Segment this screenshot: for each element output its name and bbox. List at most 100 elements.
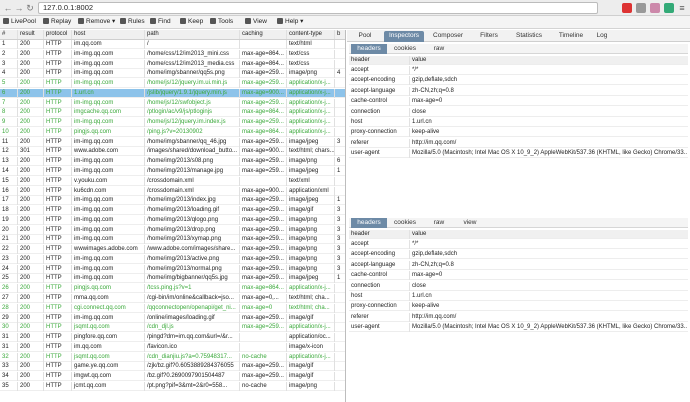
header-column-label[interactable]: header: [351, 56, 407, 65]
subtab-raw[interactable]: raw: [427, 218, 451, 228]
header-row[interactable]: host 1.url.cn: [349, 118, 688, 127]
replay-button[interactable]: Replay: [43, 16, 71, 29]
table-row[interactable]: 12 301 HTTP www.adobe.com/images/shared/dow…: [0, 147, 345, 157]
column-header-body[interactable]: b: [335, 30, 345, 39]
column-header-content-type[interactable]: content-type: [287, 30, 335, 39]
header-row[interactable]: user-agent Mozilla/5.0 (Macintosh; Intel …: [349, 323, 688, 333]
header-row[interactable]: proxy-connection keep-alive: [349, 302, 688, 312]
header-row[interactable]: connection close: [349, 107, 688, 117]
table-row[interactable]: 33 200 HTTP game.ye.qq.com/zjk/bz.gif?0.605…: [0, 362, 345, 372]
table-row[interactable]: 10 200 HTTP pingjs.qq.com/ping.js?v=2013090…: [0, 127, 345, 137]
tab-pool[interactable]: Pool: [351, 31, 379, 42]
subtab-headers[interactable]: headers: [351, 218, 387, 228]
table-row[interactable]: 3 200 HTTP im-img.qq.com/home/css/12/im2013…: [0, 59, 345, 69]
extension-icon-2[interactable]: [650, 3, 660, 13]
value-column-label[interactable]: value: [409, 56, 687, 65]
forward-arrow-icon[interactable]: →: [14, 3, 24, 13]
table-row[interactable]: 7 200 HTTP im-img.qq.com/home/js/12/swfobje…: [0, 98, 345, 108]
header-row[interactable]: cache-control max-age=0: [349, 271, 688, 281]
star-icon[interactable]: [636, 3, 646, 13]
remove-button[interactable]: Remove ▾: [78, 16, 115, 29]
header-row[interactable]: connection close: [349, 281, 688, 291]
table-row[interactable]: 31 200 HTTP im.qq.com/favicon.ico image/x-ic…: [0, 342, 345, 352]
header-row[interactable]: proxy-connection keep-alive: [349, 128, 688, 138]
subtab-cookies[interactable]: cookies: [389, 44, 421, 54]
table-row[interactable]: 9 200 HTTP im-img.qq.com/home/js/12/jquery.…: [0, 118, 345, 128]
tab-statistics[interactable]: Statistics: [509, 31, 549, 42]
table-row[interactable]: 32 200 HTTP jsqmt.qq.com/cdn_dianjiu.js?a=0…: [0, 352, 345, 362]
table-row[interactable]: 28 200 HTTP cgi.connect.qq.com/qqconnectope…: [0, 303, 345, 313]
extension-icon[interactable]: [622, 3, 632, 13]
table-row[interactable]: 19 200 HTTP im-img.qq.com/home/img/2013/qlo…: [0, 215, 345, 225]
tab-inspectors[interactable]: Inspectors: [384, 31, 424, 42]
back-arrow-icon[interactable]: ←: [3, 3, 13, 13]
table-row[interactable]: 23 200 HTTP im-img.qq.com/home/img/2013/act…: [0, 254, 345, 264]
subtab-headers[interactable]: headers: [351, 44, 387, 54]
header-row[interactable]: referer http://im.qq.com/: [349, 138, 688, 148]
table-row[interactable]: 22 200 HTTP wwwimages.adobe.com/www.adobe.c…: [0, 245, 345, 255]
table-row[interactable]: 26 200 HTTP pingjs.qq.com/tcss.ping.js?v=1 m…: [0, 284, 345, 294]
table-row[interactable]: 30 200 HTTP jsqmt.qq.com/cdn_djl.js max-age=…: [0, 323, 345, 333]
header-column-label[interactable]: header: [351, 230, 407, 239]
header-row[interactable]: user-agent Mozilla/5.0 (Macintosh; Intel …: [349, 149, 688, 159]
table-row[interactable]: 6 200 HTTP 1.url.cn/jslib/jquery/1.9.1/jque…: [0, 88, 345, 98]
table-row[interactable]: 17 200 HTTP im-img.qq.com/home/img/2013/ind…: [0, 196, 345, 206]
subtab-view[interactable]: view: [457, 218, 483, 228]
extension-icon-3[interactable]: [664, 3, 674, 13]
rules-button[interactable]: Rules: [120, 16, 145, 29]
tab-composer[interactable]: Composer: [427, 31, 469, 42]
column-header-protocol[interactable]: protocol: [44, 30, 72, 39]
table-row[interactable]: 5 200 HTTP im-img.qq.com/home/js/12/jquery.…: [0, 79, 345, 89]
column-header-path[interactable]: path: [145, 30, 240, 39]
table-row[interactable]: 25 200 HTTP im-img.qq.com/home/img/bigbanne…: [0, 274, 345, 284]
table-row[interactable]: 20 200 HTTP im-img.qq.com/home/img/2013/dro…: [0, 225, 345, 235]
cell-host: im-img.qq.com: [72, 254, 145, 264]
tab-timeline[interactable]: Timeline: [554, 31, 588, 42]
subtab-cookies[interactable]: cookies: [389, 218, 421, 228]
table-row[interactable]: 11 200 HTTP im-img.qq.com/home/img/sbanner/…: [0, 137, 345, 147]
tools-button[interactable]: Tools: [210, 16, 233, 29]
reload-icon[interactable]: ↻: [25, 3, 35, 13]
cell-number: 4: [0, 69, 18, 79]
column-header-host[interactable]: host: [72, 30, 145, 39]
table-row[interactable]: 15 200 HTTP v.youku.com/crossdomain.xml text…: [0, 176, 345, 186]
help-button[interactable]: Help ▾: [277, 16, 303, 29]
subtab-raw[interactable]: raw: [427, 44, 451, 54]
header-row[interactable]: cache-control max-age=0: [349, 97, 688, 107]
table-row[interactable]: 31 200 HTTP pingfore.qq.com/pingd?dm=im.qq.…: [0, 333, 345, 343]
header-row[interactable]: accept-language zh-CN,zh;q=0.8: [349, 86, 688, 96]
column-header-caching[interactable]: caching: [240, 30, 287, 39]
tab-log[interactable]: Log: [593, 31, 611, 42]
table-row[interactable]: 1 200 HTTP im.qq.com / text/html: [0, 40, 345, 49]
table-row[interactable]: 27 200 HTTP mma.qq.com/cgi-bin/im/online&ca…: [0, 294, 345, 304]
view-button[interactable]: View: [245, 16, 267, 29]
table-row[interactable]: 13 200 HTTP im-img.qq.com/home/img/2013/s08…: [0, 157, 345, 167]
value-column-label[interactable]: value: [409, 230, 687, 239]
table-row[interactable]: 21 200 HTTP im-img.qq.com/home/img/2013/xym…: [0, 235, 345, 245]
header-row[interactable]: accept */*: [349, 240, 688, 249]
column-header-result[interactable]: result: [18, 30, 44, 39]
url-input[interactable]: 127.0.0.1:8002: [38, 2, 598, 14]
header-row[interactable]: accept-encoding gzip,deflate,sdch: [349, 250, 688, 260]
header-row[interactable]: referer http://im.qq.com/: [349, 312, 688, 322]
table-row[interactable]: 2 200 HTTP im-img.qq.com/home/css/12/im2013…: [0, 49, 345, 59]
header-row[interactable]: accept-language zh-CN,zh;q=0.8: [349, 260, 688, 270]
find-button[interactable]: Find: [150, 16, 171, 29]
table-row[interactable]: 18 200 HTTP im-img.qq.com/home/img/2013/loa…: [0, 206, 345, 216]
table-row[interactable]: 4 200 HTTP im-img.qq.com/home/img/sbanner/q…: [0, 69, 345, 79]
header-row[interactable]: accept-encoding gzip,deflate,sdch: [349, 76, 688, 86]
livepool-button[interactable]: LivePool: [3, 16, 36, 29]
table-row[interactable]: 24 200 HTTP im-img.qq.com/home/img/2013/nor…: [0, 264, 345, 274]
table-row[interactable]: 34 200 HTTP imgwt.qq.com/bz.gif?0.269009790…: [0, 372, 345, 382]
header-row[interactable]: accept */*: [349, 66, 688, 75]
menu-icon[interactable]: ≡: [677, 3, 687, 13]
column-header-number[interactable]: #: [0, 30, 18, 39]
table-row[interactable]: 8 200 HTTP imgcache.qq.com/ptlogin/ac/v9/js…: [0, 108, 345, 118]
header-row[interactable]: host 1.url.cn: [349, 292, 688, 301]
table-row[interactable]: 29 200 HTTP im-img.qq.com/online/images/loa…: [0, 313, 345, 323]
table-row[interactable]: 14 200 HTTP im-img.qq.com/home/img/2013/man…: [0, 167, 345, 176]
tab-filters[interactable]: Filters: [474, 31, 504, 42]
keep-button[interactable]: Keep: [180, 16, 203, 29]
table-row[interactable]: 35 200 HTTP jcmt.qq.com/pt.png?pif=3&mt=2&r…: [0, 381, 345, 391]
table-row[interactable]: 16 200 HTTP ku6cdn.com/crossdomain.xml max-a…: [0, 186, 345, 196]
